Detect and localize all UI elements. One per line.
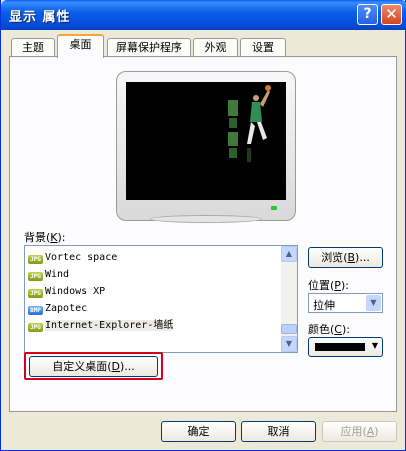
chevron-down-icon: ▼: [371, 341, 378, 350]
close-button[interactable]: ✕: [381, 4, 402, 25]
monitor-preview: [116, 71, 296, 221]
tab-desktop[interactable]: 桌面: [57, 34, 104, 58]
list-item[interactable]: JPG Wind: [28, 267, 69, 283]
position-select[interactable]: 拉伸 ▼: [308, 293, 383, 313]
tab-settings[interactable]: 设置: [240, 38, 286, 56]
jpg-file-icon: JPG: [28, 255, 43, 264]
background-list[interactable]: JPG Vortec space JPG Wind JPG Windows XP BM…: [24, 245, 298, 353]
list-item-selected[interactable]: JPG Internet-Explorer-墙纸: [28, 318, 174, 334]
color-label: 颜色(C):: [308, 323, 350, 336]
scroll-down-icon[interactable]: ▼: [281, 336, 297, 352]
color-swatch: [315, 343, 365, 351]
jpg-file-icon: JPG: [28, 323, 43, 332]
jpg-file-icon: JPG: [28, 272, 43, 281]
list-scrollbar[interactable]: ▲ ▼: [281, 246, 297, 352]
background-label: 背景(K):: [24, 231, 66, 244]
tab-screensaver[interactable]: 屏幕保护程序: [107, 38, 191, 56]
bmp-file-icon: BMP: [28, 306, 43, 315]
ok-button[interactable]: 确定: [161, 421, 236, 442]
display-properties-dialog: 显示 属性 ? ✕ 主题 桌面 屏幕保护程序 外观 设置 背景(K): JPG …: [0, 0, 406, 451]
desktop-tab-panel: 背景(K): JPG Vortec space JPG Wind JPG Window…: [9, 56, 397, 412]
power-led: [271, 206, 277, 210]
list-item[interactable]: JPG Windows XP: [28, 284, 105, 300]
cancel-button[interactable]: 取消: [241, 421, 316, 442]
wallpaper-preview-image: [228, 85, 271, 162]
list-item[interactable]: BMP Zapotec: [28, 301, 87, 317]
apply-button[interactable]: 应用(A): [322, 421, 397, 442]
window-title: 显示 属性: [9, 10, 71, 25]
jpg-file-icon: JPG: [28, 289, 43, 298]
browse-button[interactable]: 浏览(B)...: [308, 247, 383, 268]
scroll-up-icon[interactable]: ▲: [281, 246, 297, 262]
position-value: 拉伸: [313, 299, 335, 312]
chevron-down-icon[interactable]: ▼: [366, 295, 381, 311]
tab-theme[interactable]: 主题: [11, 38, 55, 56]
list-item[interactable]: JPG Vortec space: [28, 250, 117, 266]
title-bar[interactable]: 显示 属性 ? ✕: [1, 0, 406, 30]
tab-appearance[interactable]: 外观: [193, 38, 238, 56]
highlight-box: [24, 352, 163, 380]
color-picker-button[interactable]: ▼: [308, 337, 383, 357]
scroll-thumb[interactable]: [281, 324, 297, 334]
monitor-base: [150, 215, 262, 223]
preview-screen: [126, 82, 286, 200]
help-button[interactable]: ?: [357, 4, 378, 25]
position-label: 位置(P):: [308, 279, 349, 292]
